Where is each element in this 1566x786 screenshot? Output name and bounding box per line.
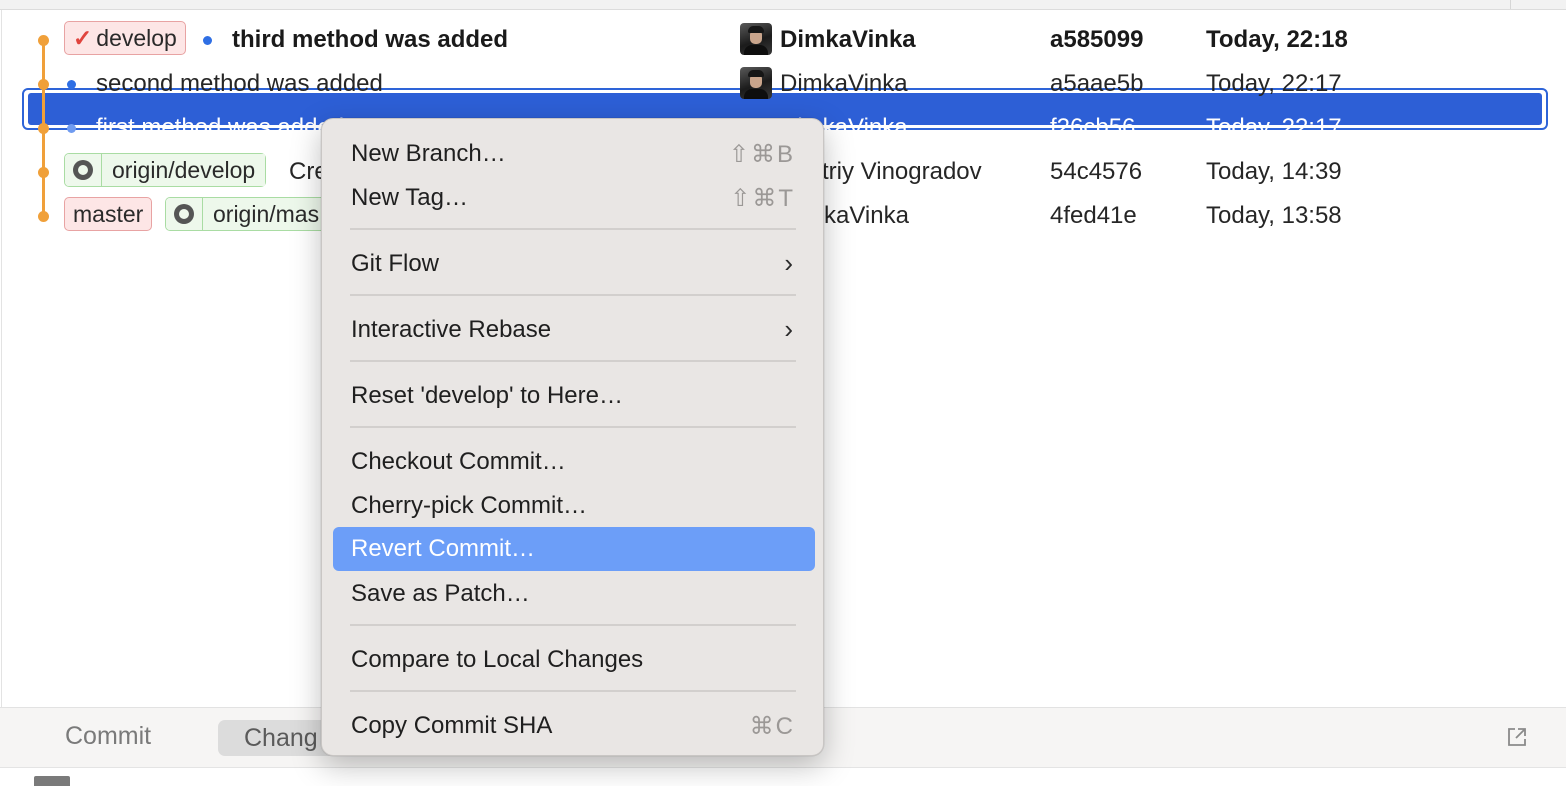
commit-author: DimkaVinka: [780, 26, 916, 53]
commit-sha: f26cb56: [1050, 114, 1136, 141]
footer-strip: [0, 767, 1566, 786]
commit-dot: [67, 124, 76, 133]
chevron-right-icon: ›: [784, 248, 793, 278]
menu-separator: [350, 228, 796, 230]
menu-item-checkout-commit[interactable]: Checkout Commit…: [333, 440, 815, 484]
commit-date: Today, 22:18: [1206, 26, 1348, 53]
menu-item-reset[interactable]: Reset 'develop' to Here…: [333, 374, 815, 418]
menu-item-new-tag[interactable]: New Tag… ⇧⌘T: [333, 176, 815, 220]
menu-item-compare-local[interactable]: Compare to Local Changes: [333, 638, 815, 682]
avatar: [740, 23, 772, 55]
commit-dot: [203, 36, 212, 45]
toolbar-edge: [0, 0, 1566, 10]
commit-author: kaVinka: [824, 202, 909, 229]
commit-row[interactable]: second method was added DimkaVinka a5aae…: [0, 62, 1566, 106]
commit-row[interactable]: ✓ develop third method was added DimkaVin…: [0, 18, 1566, 62]
chevron-right-icon: ›: [784, 314, 793, 344]
checkmark-icon: ✓: [73, 25, 93, 51]
toolbar-divider: [1510, 0, 1511, 9]
commit-subject: first method was added: [96, 114, 345, 141]
commit-author: DimkaVinka: [780, 70, 908, 97]
commit-date: Today, 13:58: [1206, 202, 1342, 229]
menu-separator: [350, 690, 796, 692]
github-icon: [65, 154, 102, 186]
branch-label-master[interactable]: master: [64, 197, 153, 231]
menu-separator: [350, 624, 796, 626]
commit-sha: a585099: [1050, 26, 1144, 53]
commit-context-menu: New Branch… ⇧⌘B New Tag… ⇧⌘T Git Flow › …: [321, 118, 824, 756]
commit-dot: [67, 80, 76, 89]
menu-item-git-flow[interactable]: Git Flow ›: [333, 242, 815, 286]
branch-label-develop[interactable]: ✓ develop: [64, 21, 186, 55]
commit-date: Today, 14:39: [1206, 158, 1342, 185]
menu-separator: [350, 294, 796, 296]
commit-date: Today, 22:17: [1206, 114, 1342, 141]
menu-item-revert-commit[interactable]: Revert Commit…: [333, 527, 815, 571]
commit-subject: third method was added: [232, 26, 509, 53]
menu-item-save-as-patch[interactable]: Save as Patch…: [333, 572, 815, 616]
menu-separator: [350, 426, 796, 428]
branch-label-origin-master[interactable]: origin/mas: [165, 197, 331, 231]
footer-thumbnail: [34, 776, 70, 786]
commit-subject: second method was added: [96, 70, 383, 97]
commit-date: Today, 22:17: [1206, 70, 1342, 97]
branch-label-origin-develop[interactable]: origin/develop: [64, 153, 267, 187]
commit-sha: 4fed41e: [1050, 202, 1137, 229]
commit-sha: a5aae5b: [1050, 70, 1144, 97]
avatar: [740, 67, 772, 99]
commit-sha: 54c4576: [1050, 158, 1143, 185]
github-icon: [166, 198, 203, 230]
tab-commit[interactable]: Commit: [65, 722, 151, 751]
open-external-icon[interactable]: [1506, 726, 1528, 748]
menu-item-new-branch[interactable]: New Branch… ⇧⌘B: [333, 132, 815, 176]
menu-item-copy-sha[interactable]: Copy Commit SHA ⌘C: [333, 704, 815, 748]
menu-item-cherry-pick[interactable]: Cherry-pick Commit…: [333, 484, 815, 528]
menu-separator: [350, 360, 796, 362]
commit-author: triy Vinogradov: [822, 158, 982, 185]
menu-item-interactive-rebase[interactable]: Interactive Rebase ›: [333, 308, 815, 352]
